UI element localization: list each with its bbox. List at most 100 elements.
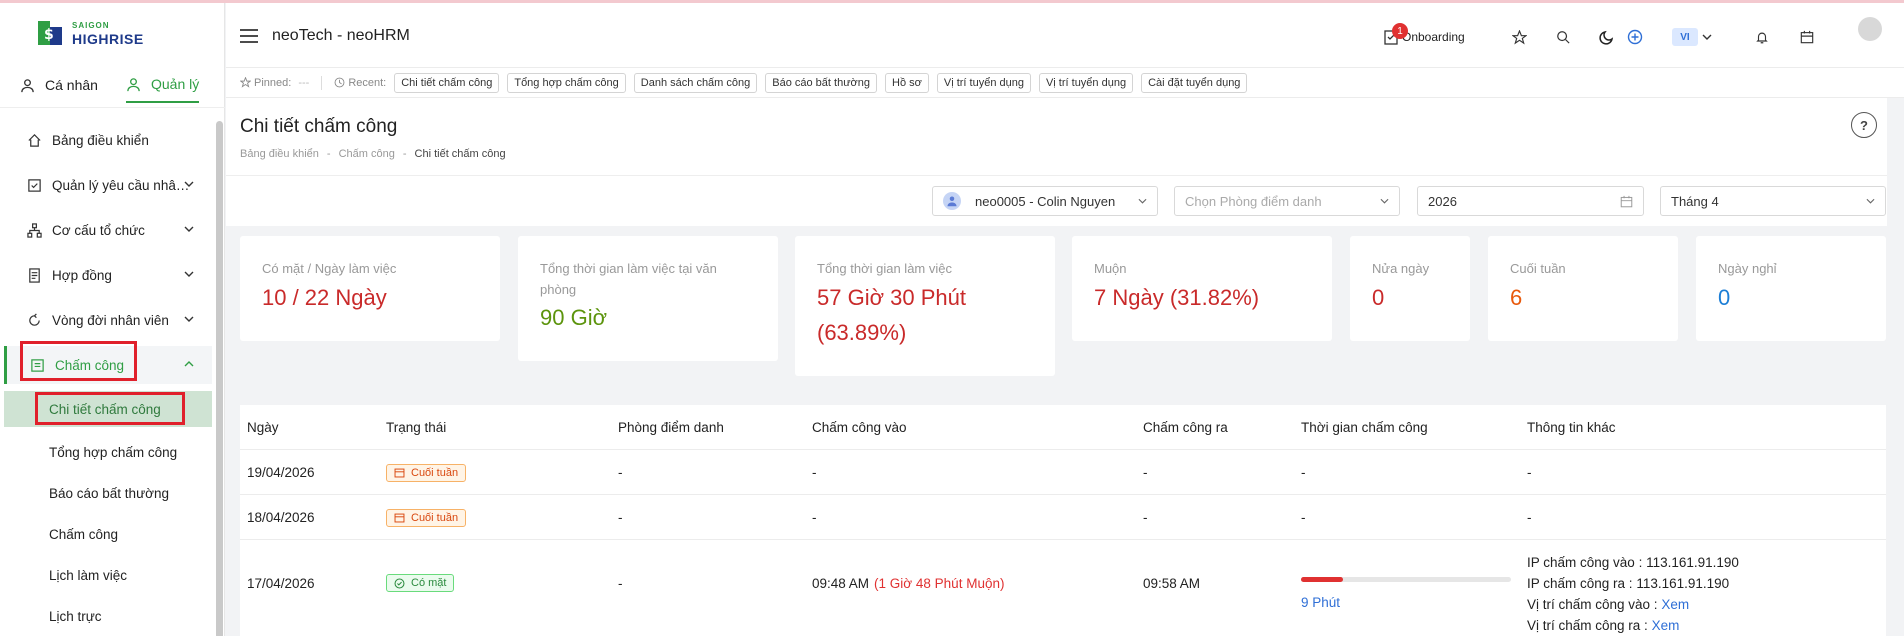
cell-check-out: -: [1143, 465, 1148, 480]
home-icon: [27, 133, 41, 147]
calendar-icon: [1620, 195, 1633, 208]
cell-other-info: IP chấm công vào : 113.161.91.190 IP chấ…: [1527, 552, 1739, 636]
pinbar-divider: [321, 75, 323, 90]
sidebar-item-org[interactable]: Cơ cấu tổ chức: [4, 211, 212, 249]
column-header[interactable]: Trạng thái: [386, 405, 446, 449]
employee-select[interactable]: neo0005 - Colin Nguyen: [932, 186, 1158, 216]
favorite-button[interactable]: [1512, 25, 1527, 49]
dark-mode-toggle[interactable]: [1599, 25, 1615, 49]
sidebar-subitem-duty[interactable]: Lịch trực: [4, 598, 212, 634]
recent-chip[interactable]: Báo cáo bất thường: [765, 72, 878, 93]
pinned-empty: ---: [298, 76, 310, 89]
logo-mark-icon: $: [38, 21, 62, 45]
pinned-recent-bar: Pinned: --- Recent: Chi tiết chấm công T…: [226, 68, 1904, 98]
recent-chip[interactable]: Vị trí tuyển dụng: [936, 72, 1031, 93]
tab-manager[interactable]: Quản lý: [126, 67, 200, 103]
column-header[interactable]: Phòng điểm danh: [618, 405, 724, 449]
sidebar-subitem-schedule[interactable]: Lịch làm việc: [4, 557, 212, 593]
recent-chip[interactable]: Danh sách chấm công: [633, 72, 758, 93]
cell-duration[interactable]: 9 Phút: [1301, 592, 1340, 612]
breadcrumb-separator: -: [402, 148, 407, 160]
stat-label: Có mặt / Ngày làm việc: [262, 261, 397, 276]
search-button[interactable]: [1556, 25, 1570, 49]
status-badge-weekend: Cuối tuần: [386, 463, 467, 482]
clock-icon: [334, 77, 345, 88]
cell-other: -: [1527, 465, 1532, 480]
chevron-down-icon: [1138, 198, 1147, 204]
page-header: Chi tiết chấm công Bảng điều khiển - Chấ…: [226, 98, 1887, 176]
breadcrumb-item[interactable]: Bảng điều khiển: [240, 148, 319, 160]
help-icon: ?: [1860, 117, 1868, 133]
view-location-out-link[interactable]: Xem: [1652, 618, 1680, 633]
column-header[interactable]: Thông tin khác: [1527, 405, 1616, 449]
recent-chip[interactable]: Vị trí tuyển dụng: [1038, 72, 1134, 93]
brand-line2: HIGHRISE: [72, 31, 144, 47]
sidebar-subitem-detail[interactable]: Chi tiết chấm công: [4, 391, 212, 427]
star-icon: [1512, 29, 1527, 44]
chevron-up-icon: [184, 361, 194, 367]
add-button[interactable]: [1627, 25, 1643, 49]
column-header[interactable]: Thời gian chấm công: [1301, 405, 1428, 449]
checkbox-icon: [27, 178, 41, 192]
year-value: 2026: [1428, 193, 1457, 209]
year-picker[interactable]: 2026: [1417, 186, 1644, 216]
status-badge-weekend: Cuối tuần: [386, 508, 467, 527]
sidebar-item-dashboard[interactable]: Bảng điều khiển: [4, 121, 212, 159]
table-row[interactable]: 18/04/2026 Cuối tuần - - - - -: [240, 494, 1886, 539]
column-header[interactable]: Chấm công vào: [812, 405, 907, 449]
calendar-icon: [394, 513, 405, 523]
app-title: neoTech - neoHRM: [272, 27, 410, 44]
stat-value: 0: [1718, 285, 1731, 310]
ip-out-value: 113.161.91.190: [1636, 576, 1730, 591]
help-button[interactable]: ?: [1851, 112, 1877, 138]
sidebar-scrollbar[interactable]: [216, 121, 223, 636]
sidebar-divider: [0, 107, 225, 108]
onboarding-button[interactable]: 1 Onboarding: [1384, 23, 1465, 49]
sidebar-subitem-timesheet[interactable]: Chấm công: [4, 516, 212, 552]
table-row[interactable]: 17/04/2026 Có mặt - 09:48 AM (1 Giờ 48 P…: [240, 539, 1886, 636]
cell-duration: -: [1301, 510, 1306, 525]
sidebar-subitem-summary[interactable]: Tổng hợp chấm công: [4, 434, 212, 470]
notification-button[interactable]: [1755, 25, 1769, 49]
column-header[interactable]: Ngày: [247, 405, 279, 449]
cell-status: Cuối tuần: [386, 450, 467, 495]
sidebar-item-contract[interactable]: Hợp đồng: [4, 256, 212, 294]
user-avatar-icon: [943, 192, 961, 210]
stat-card-weekend: Cuối tuần 6: [1488, 236, 1678, 341]
tab-personal[interactable]: Cá nhân: [20, 67, 98, 103]
bell-icon: [1756, 32, 1768, 43]
recent-chip[interactable]: Tổng hợp chấm công: [507, 72, 626, 93]
column-header[interactable]: Chấm công ra: [1143, 405, 1228, 449]
brand-line1: SAIGON: [72, 21, 110, 30]
calendar-button[interactable]: [1800, 25, 1814, 49]
stat-value: 0: [1372, 285, 1385, 310]
ip-out-label: IP chấm công ra :: [1527, 576, 1633, 591]
onboarding-label: Onboarding: [1402, 30, 1465, 44]
sidebar-subitem-anomaly[interactable]: Báo cáo bất thường: [4, 475, 212, 511]
language-select[interactable]: VI: [1672, 25, 1712, 49]
cell-other: -: [1527, 510, 1532, 525]
user-avatar[interactable]: [1858, 17, 1882, 41]
recent-chip[interactable]: Cài đặt tuyển dụng: [1141, 72, 1248, 93]
recent-chip[interactable]: Chi tiết chấm công: [394, 72, 500, 93]
cell-date: 18/04/2026: [247, 510, 315, 525]
stat-value: 7 Ngày (31.82%): [1094, 285, 1260, 310]
stat-label: Ngày nghỉ: [1718, 261, 1777, 276]
sidebar-item-requests[interactable]: Quản lý yêu cầu nhân viên: [4, 166, 212, 204]
room-select[interactable]: Chọn Phòng điểm danh: [1174, 186, 1400, 216]
cell-check-out: -: [1143, 510, 1148, 525]
view-location-in-link[interactable]: Xem: [1661, 597, 1689, 612]
hamburger-icon[interactable]: [240, 29, 258, 43]
sidebar-item-timesheet[interactable]: Chấm công: [4, 346, 212, 384]
stat-card-half-day: Nửa ngày 0: [1350, 236, 1470, 341]
table-row[interactable]: 19/04/2026 Cuối tuần - - - - -: [240, 449, 1886, 494]
recent-chip[interactable]: Hồ sơ: [885, 72, 929, 93]
cell-date: 19/04/2026: [247, 465, 315, 480]
stat-label: Nửa ngày: [1372, 261, 1430, 276]
brand-logo[interactable]: $ SAIGON HIGHRISE: [36, 17, 156, 49]
sidebar-item-lifecycle[interactable]: Vòng đời nhân viên: [4, 301, 212, 339]
month-select[interactable]: Tháng 4: [1660, 186, 1886, 216]
chevron-down-icon: [184, 316, 194, 322]
breadcrumb-separator: -: [326, 148, 331, 160]
breadcrumb-item[interactable]: Chấm công: [339, 148, 395, 160]
